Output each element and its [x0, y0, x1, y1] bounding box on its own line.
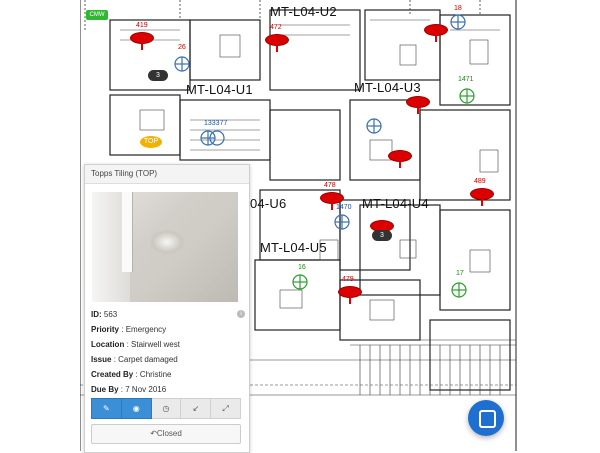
issue-row: Issue : Carpet damaged [91, 355, 178, 364]
unit-label-u5: MT-L04-U5 [260, 240, 327, 255]
pin-number: 16 [298, 264, 306, 271]
cmw-tag[interactable]: CMW [86, 10, 108, 20]
issue-pin[interactable] [130, 32, 154, 50]
panel-title: Topps Tiling (TOP) [85, 165, 249, 184]
photo-damage [150, 230, 184, 254]
top-tag[interactable]: TOP [140, 136, 162, 148]
photo-skirting [122, 192, 133, 272]
pin-number: 18 [454, 5, 462, 12]
pin-number: 133377 [204, 120, 228, 127]
due-label: Due By [91, 385, 119, 394]
created-label: Created By [91, 370, 134, 379]
camera-icon: ◉ [132, 404, 140, 413]
cluster-badge[interactable]: 3 [372, 230, 392, 241]
pin-number: 1470 [336, 204, 352, 211]
issue-detail-panel: Topps Tiling (TOP) i ID: 563 Priority : … [84, 164, 250, 453]
unit-label-u3: MT-L04-U3 [354, 80, 421, 95]
undo-icon: ↶ [150, 429, 157, 438]
location-row: Location : Stairwell west [91, 340, 180, 349]
unit-label-u2: MT-L04-U2 [270, 4, 337, 19]
chat-icon [479, 410, 496, 428]
pin-number: 478 [324, 182, 336, 189]
pencil-icon: ✎ [103, 404, 110, 413]
pin-number: 472 [270, 24, 282, 31]
panel-toolbar: ✎ ◉ ◷ ↙ ⤢ [91, 398, 241, 419]
created-row: Created By : Christine [91, 370, 172, 379]
pin-number: 26 [178, 44, 186, 51]
closed-label: Closed [156, 429, 182, 438]
photo-button[interactable]: ◉ [121, 398, 152, 419]
collapse-button[interactable]: ↙ [181, 398, 212, 419]
id-label: ID: [91, 310, 102, 319]
unit-label-u6: 04-U6 [250, 196, 287, 211]
id-row: ID: 563 [91, 310, 117, 319]
location-label: Location [91, 340, 125, 349]
pin-number: 419 [136, 22, 148, 29]
pin-number: 489 [474, 178, 486, 185]
priority-label: Priority [91, 325, 120, 334]
issue-pin[interactable] [470, 188, 494, 206]
issue-pin[interactable] [388, 150, 412, 168]
issue-pin[interactable] [338, 286, 362, 304]
pin-number: 1471 [458, 76, 474, 83]
issue-value: : Carpet damaged [113, 355, 178, 364]
issue-photo[interactable] [92, 192, 238, 302]
history-button[interactable]: ◷ [151, 398, 182, 419]
edit-button[interactable]: ✎ [91, 398, 122, 419]
location-value: : Stairwell west [126, 340, 180, 349]
info-icon[interactable]: i [237, 310, 245, 318]
due-value: : 7 Nov 2016 [120, 385, 167, 394]
clock-icon: ◷ [162, 404, 170, 413]
priority-value: : Emergency [121, 325, 167, 334]
unit-label-u1: MT-L04-U1 [186, 82, 253, 97]
issue-pin[interactable] [424, 24, 448, 42]
issue-pin[interactable] [265, 34, 289, 52]
collapse-icon: ↙ [192, 404, 200, 413]
issue-pin[interactable] [320, 192, 344, 210]
issue-pin[interactable] [406, 96, 430, 114]
priority-row: Priority : Emergency [91, 325, 166, 334]
expand-button[interactable]: ⤢ [211, 398, 241, 419]
pin-number: 479 [342, 276, 354, 283]
issue-label: Issue [91, 355, 112, 364]
chat-button[interactable] [468, 400, 504, 436]
pin-number: 17 [456, 270, 464, 277]
closed-button[interactable]: ↶Closed [91, 424, 241, 444]
expand-icon: ⤢ [222, 403, 229, 413]
created-value: : Christine [135, 370, 172, 379]
cluster-badge[interactable]: 3 [148, 70, 168, 81]
id-value: 563 [103, 310, 118, 319]
due-row: Due By : 7 Nov 2016 [91, 385, 166, 394]
unit-label-u4: MT-L04-U4 [362, 196, 429, 211]
